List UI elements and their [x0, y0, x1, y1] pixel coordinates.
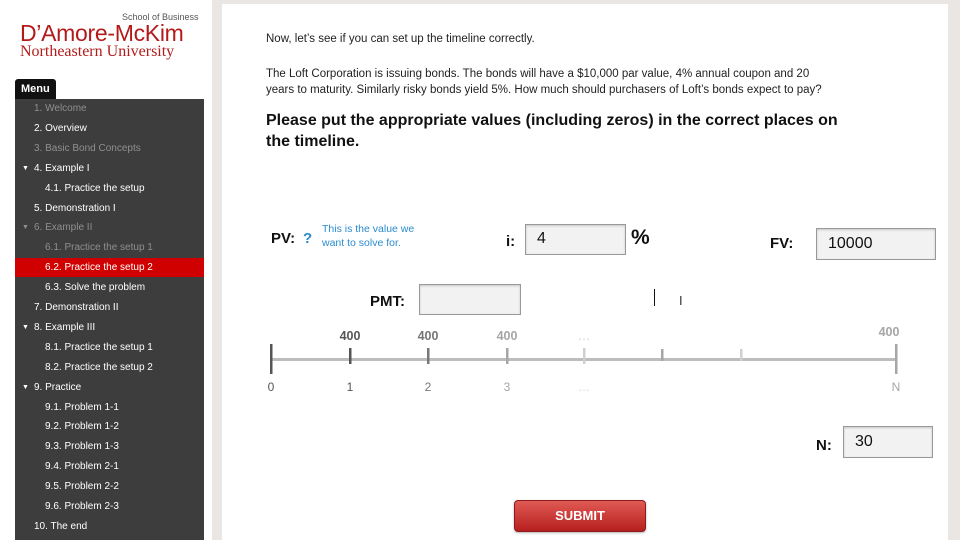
- percent-sign: %: [631, 226, 650, 249]
- timeline-tick: [349, 348, 352, 364]
- help-icon[interactable]: ?: [303, 230, 312, 247]
- future-value-field[interactable]: 10000: [816, 228, 936, 260]
- cash-flow-value: …: [578, 329, 591, 343]
- menu-item[interactable]: 9.3. Problem 1-3: [15, 437, 204, 456]
- menu-item[interactable]: 9.6. Problem 2-3: [15, 497, 204, 516]
- menu-item-label: 10. The end: [34, 520, 88, 532]
- menu-item-label: 5. Demonstration I: [34, 202, 116, 214]
- cash-flow-timeline: 0 1 400 2 400 3 400 … … N 400: [266, 318, 906, 404]
- menu-item-label: 3. Basic Bond Concepts: [34, 142, 141, 154]
- pmt-label: PMT:: [370, 293, 405, 310]
- problem-line-1: The Loft Corporation is issuing bonds. T…: [266, 68, 810, 80]
- submit-button[interactable]: SUBMIT: [514, 500, 646, 532]
- menu-item[interactable]: 7. Demonstration II: [15, 298, 204, 317]
- menu-item-label: 6.3. Solve the problem: [45, 282, 146, 294]
- menu-item-label: 8.1. Practice the setup 1: [45, 341, 153, 353]
- menu-item[interactable]: 10. The end: [15, 517, 204, 536]
- pv-note: This is the value we want to solve for.: [322, 222, 442, 250]
- periods-field[interactable]: 30: [843, 426, 933, 458]
- menu-item[interactable]: 8.2. Practice the setup 2: [15, 358, 204, 377]
- menu-item[interactable]: 3. Basic Bond Concepts: [15, 139, 204, 158]
- menu-item[interactable]: 9.2. Problem 1-2: [15, 417, 204, 436]
- menu-item-label: 9.3. Problem 1-3: [45, 441, 119, 453]
- cash-flow-value: 400: [340, 329, 361, 343]
- menu-item-label: 4. Example I: [34, 162, 90, 174]
- n-label: N:: [816, 437, 832, 454]
- triangle-down-icon[interactable]: ▼: [22, 318, 29, 337]
- menu-item-label: 7. Demonstration II: [34, 302, 119, 313]
- pv-note-line-1: This is the value we: [322, 223, 415, 235]
- timeline-tick: [895, 344, 898, 374]
- triangle-down-icon[interactable]: ▼: [22, 218, 29, 237]
- problem-statement: The Loft Corporation is issuing bonds. T…: [266, 66, 906, 98]
- navigation-menu: 1. Welcome 2. Overview 3. Basic Bond Conce…: [15, 99, 204, 540]
- text-cursor: [654, 289, 655, 306]
- slide-content: Now, let’s see if you can set up the tim…: [222, 4, 948, 540]
- cash-flow-value: 400: [497, 329, 518, 343]
- menu-item[interactable]: ▼ 4. Example I: [15, 159, 204, 178]
- timeline-tick: [583, 348, 586, 364]
- timeline-tick: [270, 344, 273, 374]
- instruction-line-1: Please put the appropriate values (inclu…: [266, 112, 838, 129]
- menu-item[interactable]: 9.1. Problem 1-1: [15, 398, 204, 417]
- instruction-heading: Please put the appropriate values (inclu…: [266, 110, 886, 152]
- period-label: 0: [268, 380, 275, 394]
- menu-item[interactable]: 6.3. Solve the problem: [15, 278, 204, 297]
- menu-item[interactable]: ▼ 6. Example II: [15, 218, 204, 237]
- logo-university: Northeastern University: [20, 43, 175, 60]
- menu-item-label: 8.2. Practice the setup 2: [45, 361, 153, 373]
- menu-item[interactable]: 6.2. Practice the setup 2: [15, 258, 204, 278]
- menu-tab[interactable]: Menu: [15, 79, 56, 99]
- period-label: …: [578, 380, 590, 394]
- menu-item-label: 9. Practice: [34, 381, 82, 393]
- timeline-tick: [661, 349, 664, 361]
- menu-item[interactable]: 5. Demonstration I: [15, 199, 204, 218]
- period-label: 1: [347, 380, 354, 394]
- cash-flow-value: 400: [418, 329, 439, 343]
- menu-item-label: 6. Example II: [34, 222, 93, 234]
- menu-item-label: 6.2. Practice the setup 2: [45, 262, 153, 274]
- menu-item-label: 9.6. Problem 2-3: [45, 501, 119, 512]
- menu-item[interactable]: 6.1. Practice the setup 1: [15, 238, 204, 257]
- pv-note-line-2: want to solve for.: [322, 237, 401, 249]
- menu-item[interactable]: 8.1. Practice the setup 1: [15, 338, 204, 357]
- period-label: N: [892, 380, 901, 394]
- menu-item-label: 9.5. Problem 2-2: [45, 481, 119, 493]
- problem-line-2: years to maturity. Similarly risky bonds…: [266, 84, 822, 96]
- instruction-line-2: the timeline.: [266, 133, 360, 150]
- timeline-tick: [427, 348, 430, 364]
- pv-label: PV:: [271, 230, 296, 247]
- menu-item-label: 1. Welcome: [34, 103, 87, 114]
- period-label: 2: [425, 380, 432, 394]
- interest-rate-field[interactable]: 4: [525, 224, 626, 255]
- menu-item[interactable]: 1. Welcome: [15, 99, 204, 118]
- payment-field[interactable]: [419, 284, 521, 315]
- menu-item-label: 4.1. Practice the setup: [45, 182, 145, 194]
- menu-item[interactable]: ▼ 8. Example III: [15, 318, 204, 337]
- menu-item[interactable]: ▼ 9. Practice: [15, 378, 204, 397]
- menu-item[interactable]: 2. Overview: [15, 119, 204, 138]
- timeline-tick: [740, 349, 743, 361]
- triangle-down-icon[interactable]: ▼: [22, 159, 29, 178]
- menu-item[interactable]: 4.1. Practice the setup: [15, 179, 204, 198]
- menu-item-label: 2. Overview: [34, 122, 87, 134]
- menu-item[interactable]: 9.5. Problem 2-2: [15, 477, 204, 496]
- menu-item-label: 9.4. Problem 2-1: [45, 461, 119, 473]
- menu-item-label: 8. Example III: [34, 321, 96, 333]
- i-label: i:: [506, 233, 516, 250]
- menu-item-label: 9.1. Problem 1-1: [45, 401, 119, 413]
- triangle-down-icon[interactable]: ▼: [22, 378, 29, 397]
- menu-item[interactable]: 9.4. Problem 2-1: [15, 457, 204, 476]
- period-label: 3: [504, 380, 511, 394]
- left-panel: School of Business D’Amore-McKim Northea…: [0, 0, 212, 540]
- timeline-tick: [506, 348, 509, 364]
- menu-item-label: 6.1. Practice the setup 1: [45, 242, 153, 254]
- intro-text: Now, let’s see if you can set up the tim…: [266, 33, 535, 45]
- menu-item-label: 9.2. Problem 1-2: [45, 421, 119, 433]
- timeline-svg: 0 1 400 2 400 3 400 … … N 400: [268, 325, 901, 394]
- ibeam-cursor-icon: I: [679, 293, 683, 308]
- fv-label: FV:: [770, 235, 794, 252]
- cash-flow-value: 400: [879, 325, 900, 339]
